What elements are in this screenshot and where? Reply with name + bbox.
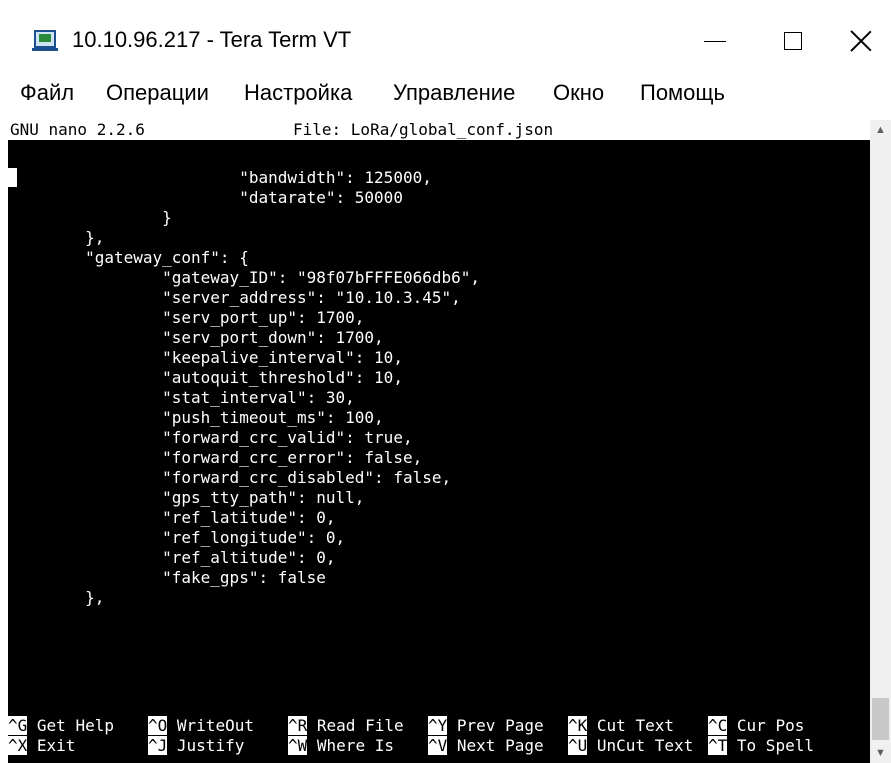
code-line: "keepalive_interval": 10, [8,348,403,367]
shortcut-get-help[interactable]: ^G Get Help [8,716,114,736]
shortcut-justify[interactable]: ^J Justify [148,736,244,756]
close-button[interactable] [826,18,891,64]
shortcut-exit[interactable]: ^X Exit [8,736,75,756]
code-line: "push_timeout_ms": 100, [8,408,384,427]
menu-bar: Файл Операции Настройка Управление Окно … [0,76,891,116]
shortcut-uncut-text[interactable]: ^U UnCut Text [568,736,693,756]
shortcut-key: ^C [708,716,728,735]
shortcut-label: Justify [176,736,245,755]
shortcut-key: ^K [568,716,588,735]
code-line: } [8,208,172,227]
maximize-button[interactable] [758,18,828,64]
scroll-thumb[interactable] [872,698,889,740]
nano-filename: File: LoRa/global_conf.json [293,120,554,139]
code-line: "stat_interval": 30, [8,388,355,407]
shortcut-to-spell[interactable]: ^T To Spell [708,736,814,756]
title-bar[interactable]: 10.10.96.217 - Tera Term VT [0,0,891,76]
shortcut-key: ^T [708,736,728,755]
shortcut-label: WriteOut [176,716,254,735]
code-line: "forward_crc_error": false, [8,448,423,467]
menu-operations[interactable]: Операции [106,80,209,106]
shortcut-key: ^J [148,736,168,755]
shortcut-label: Where Is [316,736,394,755]
shortcut-key: ^R [288,716,308,735]
code-line: "datarate": 50000 [8,188,403,207]
shortcut-writeout[interactable]: ^O WriteOut [148,716,254,736]
menu-settings[interactable]: Настройка [244,80,352,106]
shortcut-label: Get Help [36,716,114,735]
close-icon [850,30,872,52]
code-line: "gateway_conf": { [8,248,249,267]
shortcut-next-page[interactable]: ^V Next Page [428,736,544,756]
shortcut-key: ^U [568,736,588,755]
menu-help[interactable]: Помощь [640,80,725,106]
code-line: }, [8,588,105,607]
window-title: 10.10.96.217 - Tera Term VT [72,27,352,52]
teraterm-icon[interactable] [32,30,58,51]
shortcut-label: Cur Pos [736,716,805,735]
shortcut-key: ^X [8,736,28,755]
code-line: "ref_longitude": 0, [8,528,346,547]
nano-header: GNU nano 2.2.6 File: LoRa/global_conf.js… [8,120,870,140]
shortcut-key: ^W [288,736,308,755]
shortcut-key: ^G [8,716,28,735]
vertical-scrollbar[interactable]: ▲ ▼ [870,120,891,763]
shortcut-label: Next Page [456,736,544,755]
shortcut-label: Exit [36,736,76,755]
code-line: "autoquit_threshold": 10, [8,368,403,387]
shortcut-label: UnCut Text [596,736,694,755]
shortcut-key: ^O [148,716,168,735]
code-line: "gateway_ID": "98f07bFFFE066db6", [8,268,481,287]
code-line: "server_address": "10.10.3.45", [8,288,461,307]
menu-control[interactable]: Управление [393,80,515,106]
code-line: "forward_crc_valid": true, [8,428,413,447]
shortcut-read-file[interactable]: ^R Read File [288,716,404,736]
shortcut-label: To Spell [736,736,814,755]
shortcut-prev-page[interactable]: ^Y Prev Page [428,716,544,736]
shortcut-label: Prev Page [456,716,544,735]
maximize-icon [784,32,802,50]
menu-window[interactable]: Окно [553,80,604,106]
code-line: "ref_altitude": 0, [8,548,336,567]
nano-version: GNU nano 2.2.6 [10,120,145,139]
shortcut-label: Cut Text [596,716,674,735]
teraterm-window: 10.10.96.217 - Tera Term VT Файл Операци… [0,0,891,763]
chevron-down-icon: ▼ [875,747,886,759]
terminal-screen[interactable]: GNU nano 2.2.6 File: LoRa/global_conf.js… [8,120,870,763]
minimize-icon [704,40,726,42]
scroll-up-button[interactable]: ▲ [870,120,891,140]
shortcut-key: ^V [428,736,448,755]
code-line: "forward_crc_disabled": false, [8,468,452,487]
code-line: }, [8,228,105,247]
chevron-up-icon: ▲ [875,124,886,136]
menu-file[interactable]: Файл [20,80,74,106]
nano-shortcuts: ^G Get Help ^O WriteOut ^R Read File ^Y … [8,716,870,762]
code-line: "serv_port_down": 1700, [8,328,384,347]
code-line: "serv_port_up": 1700, [8,308,365,327]
shortcut-label: Read File [316,716,404,735]
scroll-down-button[interactable]: ▼ [870,743,891,763]
minimize-button[interactable] [680,18,750,64]
code-line: "gps_tty_path": null, [8,488,365,507]
shortcut-cur-pos[interactable]: ^C Cur Pos [708,716,804,736]
code-line: "ref_latitude": 0, [8,508,336,527]
code-line: "bandwidth": 125000, [8,168,432,187]
code-line: "fake_gps": false [8,568,326,587]
shortcut-cut-text[interactable]: ^K Cut Text [568,716,674,736]
shortcut-key: ^Y [428,716,448,735]
shortcut-where-is[interactable]: ^W Where Is [288,736,394,756]
